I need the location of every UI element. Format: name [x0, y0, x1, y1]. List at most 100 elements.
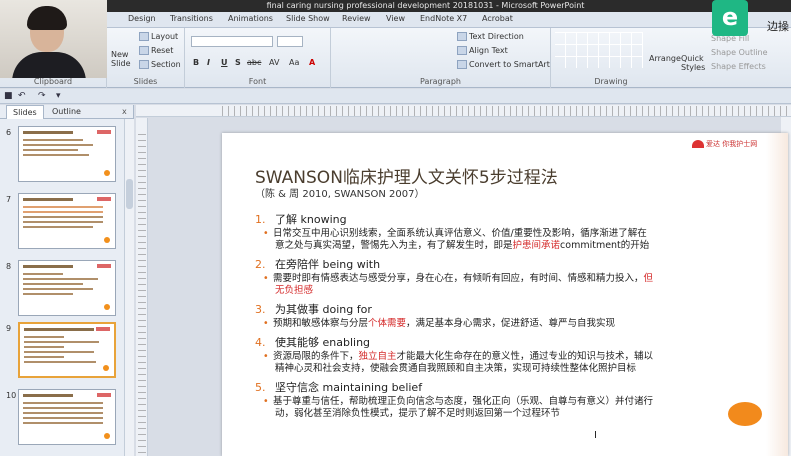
list-item: 3. 为其做事 doing for — [255, 301, 372, 317]
save-icon[interactable]: ■ — [4, 91, 13, 101]
tab-acrobat[interactable]: Acrobat — [482, 14, 513, 23]
highlight-text: 无负担感 — [275, 285, 314, 296]
horizontal-ruler — [136, 105, 791, 117]
bullet-icon: • — [263, 318, 269, 329]
reset-button[interactable]: Reset — [139, 46, 173, 55]
bullet-text: • 资源局限的条件下，独立自主才能最大化生命存在的意义性，通过专业的知识与技术，辅… — [263, 351, 654, 362]
text-direction-button[interactable]: Text Direction — [457, 32, 524, 41]
text-direction-icon — [457, 32, 467, 41]
layout-icon — [139, 32, 149, 41]
bullet-text: • 基于尊重与信任，帮助梳理正负向信念与态度，强化正向（乐观、自尊与有意义）并付诸… — [263, 396, 654, 407]
group-paragraph: Text Direction Align Text Convert to Sma… — [331, 28, 551, 88]
font-color-button[interactable]: A — [309, 58, 315, 67]
panel-scroll-thumb[interactable] — [126, 179, 133, 209]
list-item: 1. 了解 knowing — [255, 211, 347, 227]
group-font: B I U S abc AV Aa A Font — [185, 28, 331, 88]
shadow-button[interactable]: S — [235, 58, 241, 67]
bold-button[interactable]: B — [193, 58, 199, 67]
align-text-button[interactable]: Align Text — [457, 46, 508, 55]
bullet-text: • 需要时即有情感表达与感受分享，身在心在，有倾听有回应，有时间、情感和精力投入，… — [263, 273, 654, 284]
item-number: 2. — [255, 258, 266, 271]
undo-icon[interactable]: ↶ — [18, 91, 26, 101]
change-case-button[interactable]: Aa — [289, 58, 299, 67]
bullet-icon: • — [263, 396, 269, 407]
item-number: 5. — [255, 381, 266, 394]
item-number: 4. — [255, 336, 266, 349]
vertical-ruler — [136, 118, 148, 456]
shape-outline-button[interactable]: Shape Outline — [711, 48, 768, 57]
thumbnail-number: 6 — [6, 128, 12, 137]
thumbnail-number: 10 — [6, 391, 17, 400]
highlight-text: 但 — [643, 273, 654, 284]
group-slides: New Slide Layout Reset Section Slides — [107, 28, 185, 88]
thumbnail-number: 7 — [6, 195, 12, 204]
bullet-text: 意之处与真实渴望，警惕先入为主，有了解发生时，即是护患间承诺commitment… — [275, 240, 650, 251]
item-heading: 为其做事 doing for — [275, 303, 372, 316]
font-name-box[interactable] — [191, 36, 273, 47]
tab-animations[interactable]: Animations — [228, 14, 273, 23]
slide-thumbnail[interactable] — [18, 260, 116, 316]
tab-design[interactable]: Design — [128, 14, 156, 23]
slide-thumbnail-selected[interactable] — [18, 322, 116, 378]
highlight-text: 护患间承诺 — [512, 240, 561, 251]
slide-thumbnail[interactable] — [18, 126, 116, 182]
slides-group-label: Slides — [133, 77, 158, 86]
item-heading: 在旁陪伴 being with — [275, 258, 381, 271]
strikethrough-button[interactable]: abc — [247, 58, 261, 67]
list-item: 5. 坚守信念 maintaining belief — [255, 379, 422, 395]
customize-icon[interactable]: ▾ — [56, 91, 61, 101]
tab-review[interactable]: Review — [342, 14, 371, 23]
tab-slides[interactable]: Slides — [6, 105, 44, 119]
tab-view[interactable]: View — [386, 14, 405, 23]
tab-slide-show[interactable]: Slide Show — [286, 14, 330, 23]
close-panel-icon[interactable]: x — [122, 107, 127, 116]
reset-icon — [139, 46, 149, 55]
tab-endnote[interactable]: EndNote X7 — [420, 14, 467, 23]
redo-icon[interactable]: ↷ — [38, 91, 46, 101]
align-text-icon — [457, 46, 467, 55]
convert-smartart-label: Convert to SmartArt — [469, 60, 550, 69]
tab-transitions[interactable]: Transitions — [170, 14, 213, 23]
underline-button[interactable]: U — [221, 58, 228, 67]
bullet-text: • 预期和敏感体察与分层个体需要，满足基本身心需求，促进舒适、尊严与自我实现 — [263, 318, 616, 329]
slide-logo-text: 爱达 你我护士网 — [706, 140, 758, 148]
tab-outline[interactable]: Outline — [52, 107, 81, 116]
panel-tabs: Slides Outline x — [0, 105, 134, 119]
panel-scrollbar[interactable] — [124, 119, 134, 456]
item-heading: 使其能够 enabling — [275, 336, 371, 349]
section-button[interactable]: Section — [139, 60, 181, 69]
bullet-text: 无负担感 — [275, 285, 313, 297]
window-title: final caring nursing professional develo… — [266, 1, 585, 10]
item-heading: 坚守信念 maintaining belief — [275, 381, 423, 394]
arrange-button[interactable]: Arrange — [649, 54, 681, 63]
bullet-icon: • — [263, 351, 269, 362]
reset-label: Reset — [151, 46, 174, 55]
shape-effects-button[interactable]: Shape Effects — [711, 62, 766, 71]
bullet-text: 动，弱化甚至消除负性模式，提示了解不足时则返回第一个过程环节 — [275, 408, 561, 419]
thumbnail-number: 9 — [6, 324, 12, 333]
highlight-text: 个体需要 — [368, 318, 407, 329]
slide-canvas[interactable]: 爱达 你我护士网 SWANSON临床护理人文关怀5步过程法 （陈 & 周 201… — [222, 133, 788, 456]
text-direction-label: Text Direction — [469, 32, 524, 41]
layout-label: Layout — [151, 32, 179, 41]
layout-button[interactable]: Layout — [139, 32, 178, 41]
slide-subtitle[interactable]: （陈 & 周 2010, SWANSON 2007） — [255, 185, 424, 200]
presenter-body — [12, 52, 86, 78]
slide-decoration — [766, 133, 788, 456]
font-size-box[interactable] — [277, 36, 303, 47]
item-number: 3. — [255, 303, 266, 316]
char-spacing-button[interactable]: AV — [269, 58, 279, 67]
new-slide-button[interactable]: New Slide — [111, 50, 133, 68]
app-logo-icon[interactable]: e — [712, 0, 748, 36]
quick-styles-button[interactable]: Quick Styles — [681, 54, 705, 72]
section-label: Section — [151, 60, 181, 69]
convert-smartart-button[interactable]: Convert to SmartArt — [457, 60, 550, 69]
highlight-text: 独立自主 — [358, 351, 397, 362]
floating-action-button[interactable] — [728, 402, 762, 426]
shapes-gallery[interactable] — [555, 32, 643, 68]
slide-thumbnail[interactable] — [18, 389, 116, 445]
logo-letter: e — [721, 3, 739, 31]
italic-button[interactable]: I — [207, 58, 210, 67]
font-group-label: Font — [248, 77, 267, 86]
slide-thumbnail[interactable] — [18, 193, 116, 249]
